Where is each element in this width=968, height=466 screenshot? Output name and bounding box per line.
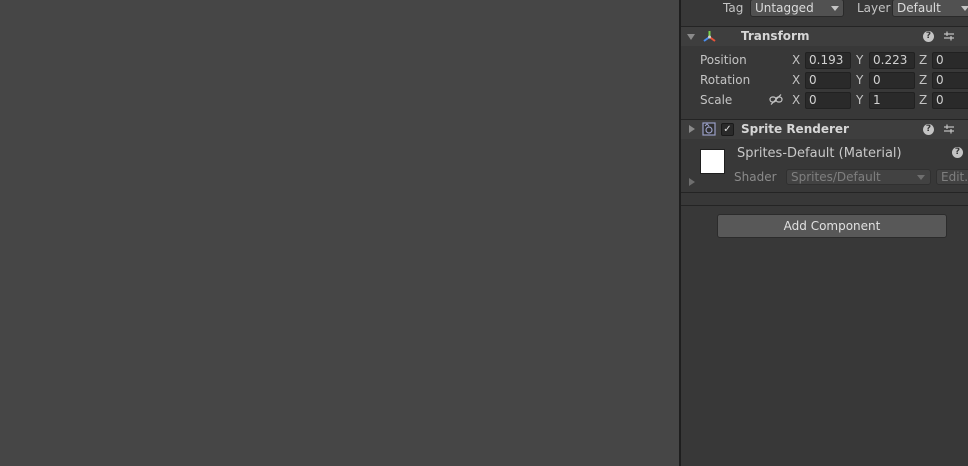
scale-y-axis[interactable]: Y	[856, 93, 863, 107]
scale-z-field[interactable]: 0	[932, 92, 968, 109]
component-separator	[681, 205, 968, 206]
position-z-field[interactable]: 0	[932, 52, 968, 69]
chevron-down-icon	[961, 6, 968, 11]
help-icon[interactable]: ?	[923, 124, 934, 135]
rotation-label: Rotation	[700, 73, 751, 87]
shader-value: Sprites/Default	[791, 170, 881, 184]
shader-edit-button[interactable]: Edit...	[936, 169, 968, 185]
chevron-down-icon	[917, 175, 925, 180]
component-separator	[681, 192, 968, 193]
material-name: Sprites-Default (Material)	[737, 146, 902, 161]
rotation-z-field[interactable]: 0	[932, 72, 968, 89]
constrain-proportions-icon[interactable]	[769, 94, 783, 106]
scene-view[interactable]	[0, 0, 679, 466]
rotation-z-axis[interactable]: Z	[919, 73, 927, 87]
layer-dropdown[interactable]: Default	[892, 0, 968, 17]
position-y-field[interactable]: 0.223	[869, 52, 915, 69]
preset-settings-icon[interactable]	[943, 123, 955, 135]
scale-y-field[interactable]: 1	[869, 92, 915, 109]
shader-dropdown[interactable]: Sprites/Default	[786, 169, 931, 185]
position-z-axis[interactable]: Z	[919, 53, 927, 67]
chevron-down-icon	[831, 6, 839, 11]
transform-title: Transform	[741, 29, 810, 43]
layer-value: Default	[897, 1, 941, 15]
help-icon[interactable]: ?	[952, 147, 963, 158]
rotation-y-axis[interactable]: Y	[856, 73, 863, 87]
foldout-expanded-icon[interactable]	[687, 34, 695, 40]
tag-value: Untagged	[755, 1, 814, 15]
rotation-x-field[interactable]: 0	[805, 72, 851, 89]
rotation-y-field[interactable]: 0	[869, 72, 915, 89]
position-label: Position	[700, 53, 747, 67]
shader-label: Shader	[734, 170, 777, 184]
sprite-renderer-header[interactable]: ✓ Sprite Renderer ?	[681, 119, 968, 139]
tag-label: Tag	[723, 1, 744, 15]
scale-z-axis[interactable]: Z	[919, 93, 927, 107]
foldout-collapsed-icon[interactable]	[689, 125, 695, 133]
sprite-renderer-enabled-checkbox[interactable]: ✓	[721, 123, 734, 136]
tag-dropdown[interactable]: Untagged	[750, 0, 844, 17]
preset-settings-icon[interactable]	[943, 30, 955, 42]
sprite-renderer-title: Sprite Renderer	[741, 122, 849, 136]
material-preview-swatch[interactable]	[700, 149, 725, 174]
layer-label: Layer	[857, 1, 891, 15]
position-x-axis[interactable]: X	[792, 53, 800, 67]
sprite-renderer-icon	[702, 122, 716, 136]
transform-header[interactable]: Transform ?	[681, 26, 968, 46]
transform-icon	[703, 31, 716, 42]
scale-label: Scale	[700, 93, 733, 107]
scale-x-axis[interactable]: X	[792, 93, 800, 107]
add-component-button[interactable]: Add Component	[717, 214, 947, 238]
inspector-panel: Tag Untagged Layer Default Transform ? P…	[681, 0, 968, 466]
material-foldout-icon[interactable]	[689, 178, 695, 186]
scale-x-field[interactable]: 0	[805, 92, 851, 109]
rotation-x-axis[interactable]: X	[792, 73, 800, 87]
position-x-field[interactable]: 0.193	[805, 52, 851, 69]
position-y-axis[interactable]: Y	[856, 53, 863, 67]
help-icon[interactable]: ?	[923, 31, 934, 42]
